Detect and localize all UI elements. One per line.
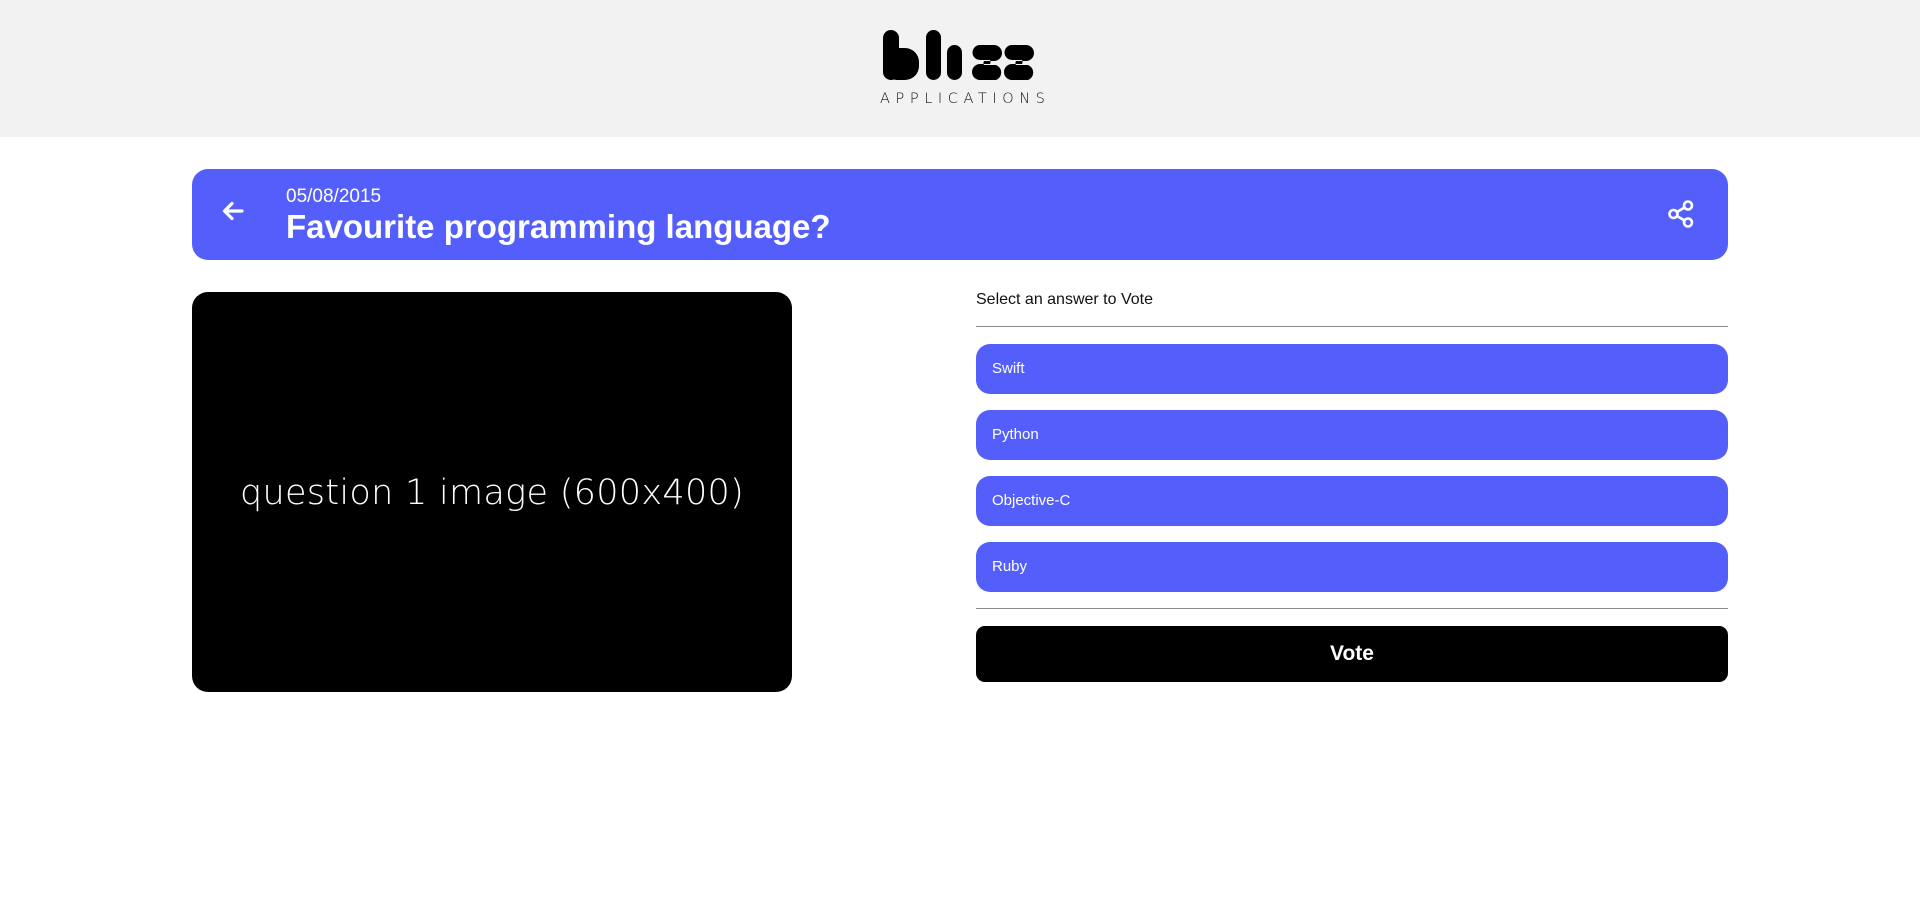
logo-subtitle: APPLICATIONS bbox=[880, 91, 1051, 107]
answer-option-swift[interactable]: Swift bbox=[976, 344, 1728, 394]
vote-button[interactable]: Vote bbox=[976, 626, 1728, 682]
top-bar: APPLICATIONS bbox=[0, 0, 1920, 137]
question-title: Favourite programming language? bbox=[286, 208, 831, 245]
bliss-wordmark-icon bbox=[883, 30, 1034, 80]
question-image: question 1 image (600x400) bbox=[192, 292, 792, 692]
share-icon bbox=[1668, 200, 1694, 228]
answer-option-objective-c[interactable]: Objective-C bbox=[976, 476, 1728, 526]
answer-option-python[interactable]: Python bbox=[976, 410, 1728, 460]
bliss-logo[interactable]: APPLICATIONS bbox=[880, 26, 1051, 110]
share-button[interactable] bbox=[1666, 199, 1696, 229]
question-date: 05/08/2015 bbox=[286, 186, 382, 207]
vote-prompt: Select an answer to Vote bbox=[976, 291, 1153, 308]
arrow-left-icon bbox=[222, 201, 244, 221]
image-placeholder-text: question 1 image (600x400) bbox=[239, 473, 745, 513]
answer-option-ruby[interactable]: Ruby bbox=[976, 542, 1728, 592]
vote-panel: Select an answer to Vote Swift Python Ob… bbox=[976, 289, 1728, 682]
divider-bottom bbox=[976, 608, 1728, 609]
answer-list: Swift Python Objective-C Ruby bbox=[976, 327, 1728, 592]
back-button[interactable] bbox=[218, 196, 248, 226]
question-header: 05/08/2015 Favourite programming languag… bbox=[192, 169, 1728, 260]
